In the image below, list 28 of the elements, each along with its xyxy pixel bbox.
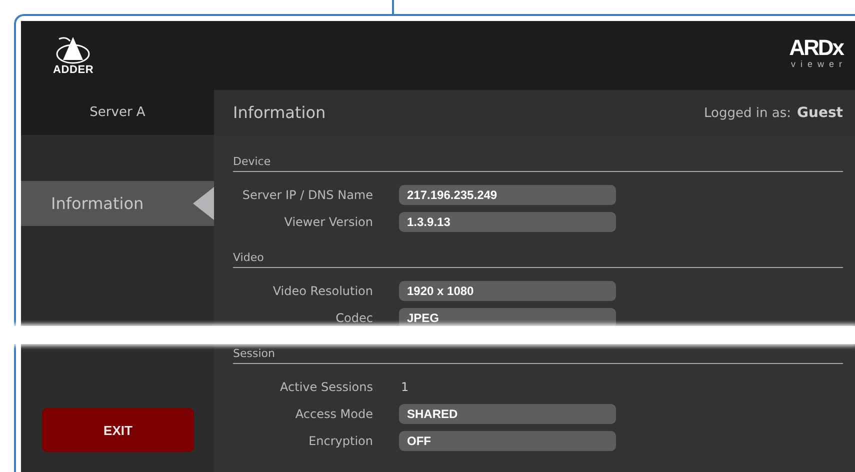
- value-field: OFF: [399, 430, 616, 450]
- product-logo: ARDx: [789, 36, 843, 58]
- field-label: Codec: [334, 310, 373, 324]
- section-heading: Session: [233, 347, 843, 364]
- logged-in-label: Logged in as:: [704, 106, 792, 120]
- field-label: Viewer Version: [283, 214, 373, 228]
- nav-item[interactable]: Information: [21, 181, 214, 226]
- page-title: Information: [233, 103, 326, 122]
- user-name: Guest: [797, 104, 843, 120]
- field-label: Server IP / DNS Name: [241, 188, 373, 202]
- value-field: 217.196.235.249: [399, 184, 616, 204]
- value-field: 1920 x 1080: [399, 280, 616, 300]
- field-label: Video Resolution: [272, 284, 373, 298]
- section-heading: Device: [233, 155, 843, 172]
- field-label: Access Mode: [294, 406, 373, 420]
- value-field: SHARED: [399, 404, 616, 424]
- snake-triangle-icon: [54, 35, 92, 65]
- exit-button[interactable]: EXIT: [42, 408, 194, 452]
- server-name: Server A: [90, 105, 146, 120]
- section-heading: Video: [233, 251, 843, 268]
- value-field: 1.3.9.13: [399, 212, 616, 232]
- value-text: 1: [400, 380, 410, 394]
- value-field: JPEG: [399, 308, 616, 328]
- field-label: Active Sessions: [279, 380, 373, 394]
- brand-logo: ADDER: [53, 65, 94, 76]
- pointer-icon: [193, 187, 214, 220]
- product-subtitle: viewer: [790, 58, 847, 68]
- field-label: Encryption: [308, 434, 373, 448]
